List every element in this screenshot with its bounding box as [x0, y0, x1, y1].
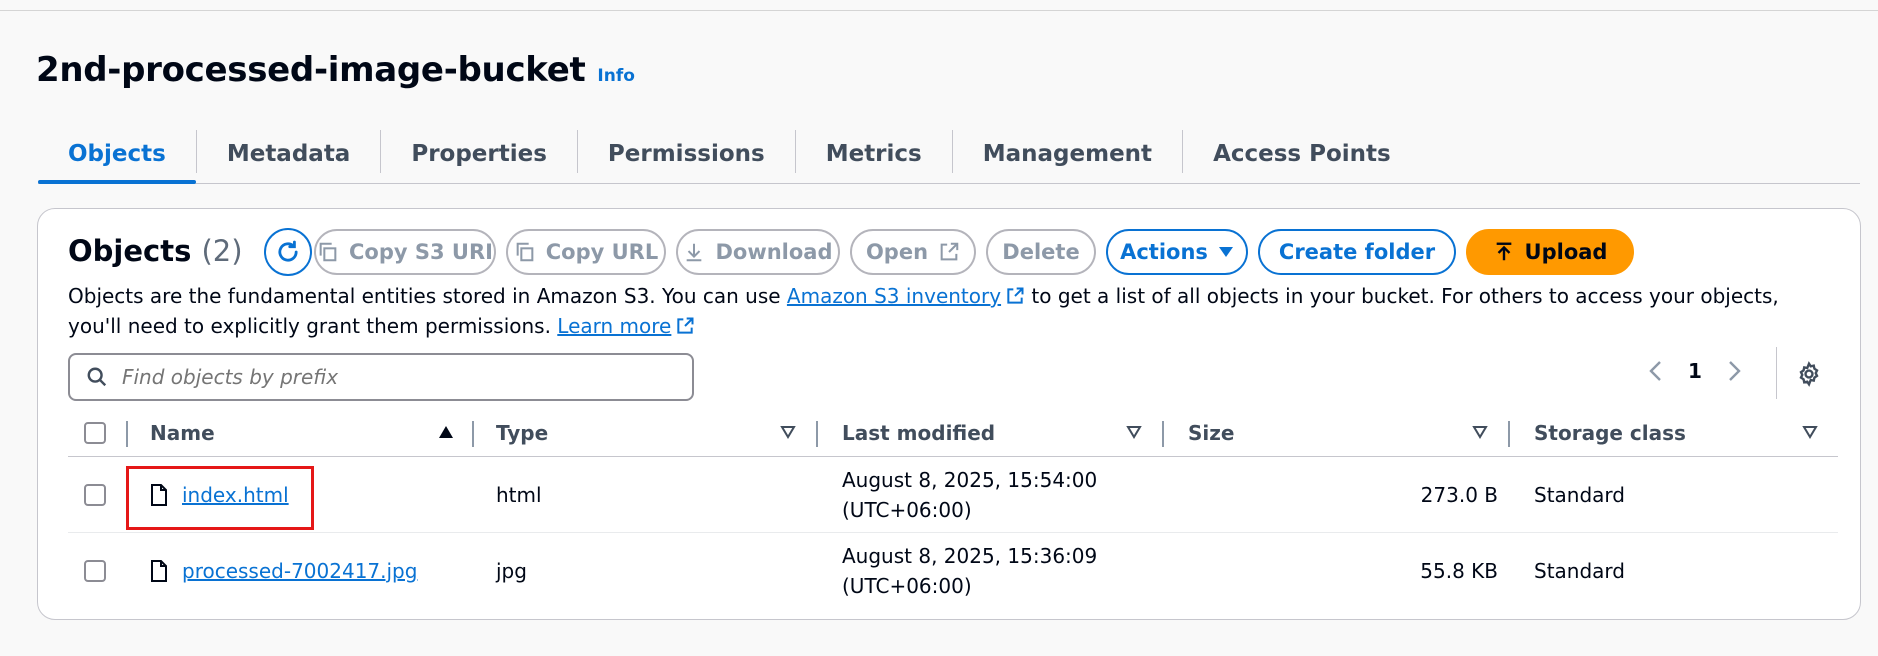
row-select-cell	[84, 533, 106, 609]
learn-more-link[interactable]: Learn more	[557, 314, 671, 338]
external-link-icon	[940, 242, 959, 261]
modified-date: August 8, 2025, 15:54:00	[842, 468, 1098, 492]
page-title: 2nd-processed-image-bucket	[36, 50, 586, 90]
row-checkbox[interactable]	[84, 484, 106, 506]
highlight-box	[126, 466, 314, 530]
amazon-s3-inventory-link[interactable]: Amazon S3 inventory	[787, 284, 1001, 308]
objects-count: (2)	[201, 234, 243, 268]
chevron-right-icon[interactable]	[1728, 360, 1742, 382]
upload-button[interactable]: Upload	[1466, 229, 1634, 275]
modified-timezone: (UTC+06:00)	[842, 498, 972, 522]
sort-ascending-icon[interactable]	[438, 425, 454, 439]
object-link[interactable]: processed-7002417.jpg	[182, 559, 417, 583]
tab-properties[interactable]: Properties	[381, 128, 577, 180]
column-divider[interactable]	[472, 421, 474, 447]
modified-timezone: (UTC+06:00)	[842, 574, 972, 598]
select-all-checkbox[interactable]	[84, 422, 106, 444]
description-text: Objects are the fundamental entities sto…	[68, 284, 787, 308]
page-number[interactable]: 1	[1688, 359, 1702, 383]
tab-metrics[interactable]: Metrics	[796, 128, 952, 180]
page-header: 2nd-processed-image-bucket Info	[36, 50, 635, 90]
copy-url-label: Copy URL	[545, 240, 659, 264]
objects-heading-label: Objects	[68, 234, 192, 268]
row-checkbox[interactable]	[84, 560, 106, 582]
modified-date: August 8, 2025, 15:36:09	[842, 544, 1098, 568]
search-box	[68, 353, 694, 401]
info-link[interactable]: Info	[597, 66, 635, 86]
refresh-icon	[278, 240, 298, 262]
copy-s3-uri-label: Copy S3 URI	[349, 240, 493, 264]
gear-icon[interactable]	[1796, 361, 1822, 387]
search-icon	[87, 367, 107, 387]
copy-s3-uri-button[interactable]: Copy S3 URI	[314, 229, 496, 275]
open-label: Open	[865, 240, 929, 264]
copy-icon	[516, 242, 534, 262]
object-storage-class: Standard	[1534, 559, 1625, 583]
object-type: html	[496, 483, 542, 507]
object-last-modified: August 8, 2025, 15:54:00 (UTC+06:00)	[842, 457, 1097, 533]
column-header-size[interactable]: Size	[1188, 409, 1234, 457]
copy-url-button[interactable]: Copy URL	[506, 229, 666, 275]
object-name-cell: processed-7002417.jpg	[150, 533, 417, 609]
tab-metadata[interactable]: Metadata	[197, 128, 381, 180]
column-divider[interactable]	[1162, 421, 1164, 447]
table-row: index.html html August 8, 2025, 15:54:00…	[68, 457, 1838, 533]
caret-down-icon	[1218, 247, 1233, 257]
refresh-button[interactable]	[264, 228, 312, 276]
column-divider[interactable]	[126, 421, 128, 447]
sort-icon[interactable]	[1126, 425, 1142, 439]
objects-panel: Objects (2) Copy S3 URI Copy URL Downloa…	[37, 208, 1861, 620]
upload-label: Upload	[1524, 240, 1608, 264]
copy-icon	[319, 242, 337, 262]
sort-icon[interactable]	[780, 425, 796, 439]
objects-table: Name Type Last modified Size Storage cla…	[68, 409, 1838, 609]
delete-button[interactable]: Delete	[986, 229, 1096, 275]
pager-divider	[1776, 347, 1777, 399]
tab-permissions[interactable]: Permissions	[578, 128, 795, 180]
tab-management[interactable]: Management	[953, 128, 1182, 180]
table-header: Name Type Last modified Size Storage cla…	[68, 409, 1838, 457]
object-last-modified: August 8, 2025, 15:36:09 (UTC+06:00)	[842, 533, 1097, 609]
chevron-left-icon[interactable]	[1648, 360, 1662, 382]
external-link-icon	[677, 317, 694, 334]
select-all-cell	[84, 409, 106, 457]
table-row: processed-7002417.jpg jpg August 8, 2025…	[68, 533, 1838, 609]
download-icon	[687, 243, 702, 262]
column-divider[interactable]	[816, 421, 818, 447]
object-size: 55.8 KB	[1420, 559, 1498, 583]
create-folder-label: Create folder	[1278, 240, 1436, 264]
column-divider[interactable]	[1508, 421, 1510, 447]
column-header-type[interactable]: Type	[496, 409, 548, 457]
create-folder-button[interactable]: Create folder	[1258, 229, 1456, 275]
delete-label: Delete	[1002, 240, 1080, 264]
object-size: 273.0 B	[1420, 483, 1498, 507]
row-select-cell	[84, 457, 106, 533]
sort-icon[interactable]	[1802, 425, 1818, 439]
download-button[interactable]: Download	[676, 229, 840, 275]
tab-access-points[interactable]: Access Points	[1183, 128, 1421, 180]
objects-description: Objects are the fundamental entities sto…	[68, 281, 1838, 341]
objects-heading: Objects (2)	[68, 234, 243, 268]
column-header-name[interactable]: Name	[150, 409, 215, 457]
object-storage-class: Standard	[1534, 483, 1625, 507]
column-header-last-modified[interactable]: Last modified	[842, 409, 995, 457]
actions-dropdown[interactable]: Actions	[1106, 229, 1248, 275]
sort-icon[interactable]	[1472, 425, 1488, 439]
search-input[interactable]	[122, 365, 682, 389]
pagination: 1	[1648, 359, 1742, 383]
object-type: jpg	[496, 559, 527, 583]
upload-icon	[1496, 242, 1511, 261]
tab-objects[interactable]: Objects	[38, 128, 196, 184]
file-icon	[151, 560, 167, 582]
column-header-storage-class[interactable]: Storage class	[1534, 409, 1686, 457]
external-link-icon	[1007, 287, 1024, 304]
download-label: Download	[715, 240, 833, 264]
top-divider	[0, 10, 1878, 11]
tab-bar: Objects Metadata Properties Permissions …	[38, 128, 1860, 184]
actions-label: Actions	[1120, 240, 1208, 264]
open-button[interactable]: Open	[850, 229, 976, 275]
